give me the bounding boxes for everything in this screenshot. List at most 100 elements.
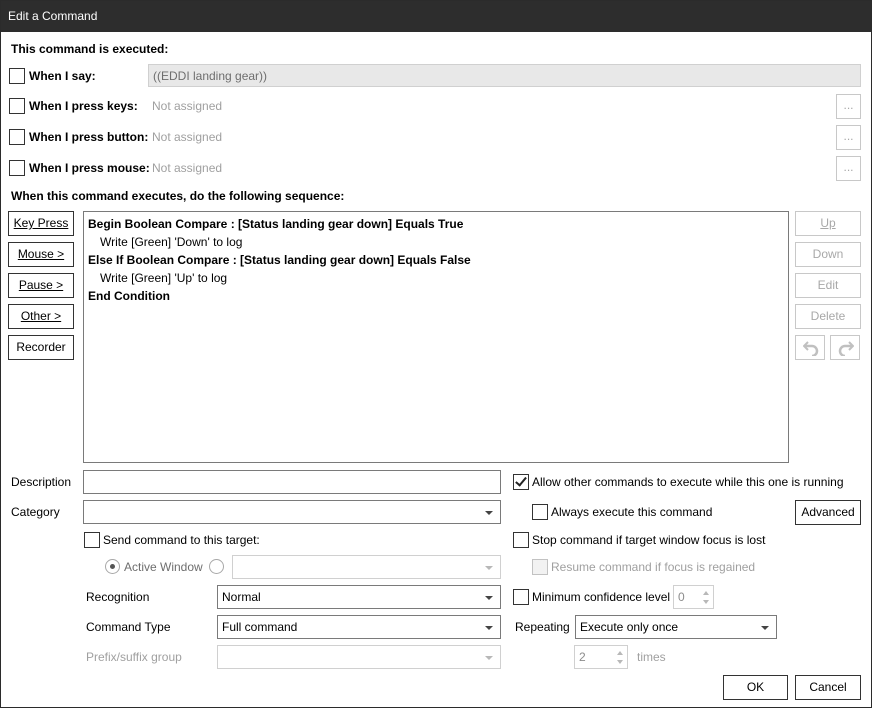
advanced-label: Advanced xyxy=(801,505,855,519)
send-target-checkbox[interactable] xyxy=(84,532,100,548)
when-i-say-checkbox[interactable] xyxy=(9,68,25,84)
stop-on-focus-lost-checkbox[interactable] xyxy=(513,532,529,548)
category-combobox[interactable] xyxy=(83,500,501,524)
sequence-item[interactable]: End Condition xyxy=(84,287,788,305)
specific-window-radio[interactable] xyxy=(209,559,224,574)
sequence-item[interactable]: Write [Green] 'Up' to log xyxy=(84,269,788,287)
edit-button[interactable]: Edit xyxy=(795,273,861,298)
sequence-item[interactable]: Else If Boolean Compare : [Status landin… xyxy=(84,251,788,269)
spin-up-icon[interactable] xyxy=(617,651,623,655)
repeat-times-stepper[interactable]: 2 xyxy=(574,645,628,669)
pause-button[interactable]: Pause > xyxy=(8,273,74,298)
when-i-press-button-checkbox[interactable] xyxy=(9,129,25,145)
sequence-header: When this command executes, do the follo… xyxy=(11,189,345,203)
chevron-down-icon xyxy=(485,626,493,630)
active-window-radio[interactable] xyxy=(105,559,120,574)
chevron-down-icon xyxy=(485,566,493,570)
spin-up-icon[interactable] xyxy=(703,591,709,595)
other-label: Other > xyxy=(20,309,62,323)
mouse-label: Mouse > xyxy=(17,247,65,261)
category-label: Category xyxy=(11,505,60,519)
min-confidence-label: Minimum confidence level xyxy=(532,590,671,604)
button-browse-button[interactable]: ... xyxy=(836,125,861,150)
recognition-label: Recognition xyxy=(86,590,150,604)
prefix-suffix-label: Prefix/suffix group xyxy=(86,650,182,664)
undo-icon xyxy=(803,341,819,356)
repeating-combobox[interactable]: Execute only once xyxy=(575,615,777,639)
ok-label: OK xyxy=(746,680,765,694)
mouse-button[interactable]: Mouse > xyxy=(8,242,74,267)
prefix-suffix-combobox[interactable] xyxy=(217,645,501,669)
triggers-header: This command is executed: xyxy=(11,42,169,56)
description-input[interactable] xyxy=(83,470,501,494)
stop-on-focus-lost-label: Stop command if target window focus is l… xyxy=(532,533,766,547)
min-confidence-stepper[interactable]: 0 xyxy=(673,585,714,609)
resume-on-focus-label: Resume command if focus is regained xyxy=(551,560,756,574)
when-i-say-input[interactable]: ((EDDI landing gear)) xyxy=(148,64,861,87)
mouse-assignment-value: Not assigned xyxy=(152,161,223,175)
target-window-combobox[interactable] xyxy=(232,555,501,579)
other-button[interactable]: Other > xyxy=(8,304,74,329)
recorder-label: Recorder xyxy=(16,340,66,354)
send-target-label: Send command to this target: xyxy=(103,533,260,547)
key-press-button[interactable]: Key Press xyxy=(8,211,74,236)
advanced-button[interactable]: Advanced xyxy=(795,500,861,525)
move-down-label: Down xyxy=(812,247,844,261)
command-type-combobox[interactable]: Full command xyxy=(217,615,501,639)
resume-on-focus-checkbox[interactable] xyxy=(532,559,548,575)
move-down-button[interactable]: Down xyxy=(795,242,861,267)
description-label: Description xyxy=(11,475,72,489)
allow-other-commands-checkbox[interactable] xyxy=(513,474,529,490)
checkmark-icon xyxy=(515,474,527,487)
title-bar: Edit a Command xyxy=(1,1,871,32)
action-sequence-list[interactable]: Begin Boolean Compare : [Status landing … xyxy=(83,211,789,463)
move-up-label: Up xyxy=(820,216,836,230)
redo-button[interactable] xyxy=(830,335,860,360)
button-assignment-value: Not assigned xyxy=(152,130,223,144)
min-confidence-checkbox[interactable] xyxy=(513,589,529,605)
repeating-value: Execute only once xyxy=(580,620,679,634)
edit-label: Edit xyxy=(817,278,839,292)
pause-label: Pause > xyxy=(18,278,64,292)
delete-button[interactable]: Delete xyxy=(795,304,861,329)
ok-button[interactable]: OK xyxy=(723,675,788,700)
move-up-button[interactable]: Up xyxy=(795,211,861,236)
active-window-label: Active Window xyxy=(124,560,203,574)
command-type-label: Command Type xyxy=(86,620,171,634)
allow-other-commands-label: Allow other commands to execute while th… xyxy=(532,475,844,489)
mouse-browse-button[interactable]: ... xyxy=(836,156,861,181)
chevron-down-icon xyxy=(761,626,769,630)
always-execute-checkbox[interactable] xyxy=(532,504,548,520)
always-execute-label: Always execute this command xyxy=(551,505,713,519)
recognition-value: Normal xyxy=(222,590,261,604)
chevron-down-icon xyxy=(485,656,493,660)
sequence-item[interactable]: Begin Boolean Compare : [Status landing … xyxy=(84,215,788,233)
undo-button[interactable] xyxy=(795,335,825,360)
cancel-button[interactable]: Cancel xyxy=(795,675,861,700)
recognition-combobox[interactable]: Normal xyxy=(217,585,501,609)
when-i-press-keys-label: When I press keys: xyxy=(29,99,138,113)
chevron-down-icon xyxy=(485,596,493,600)
spin-down-icon[interactable] xyxy=(617,660,623,664)
chevron-down-icon xyxy=(485,511,493,515)
keys-browse-button[interactable]: ... xyxy=(836,94,861,119)
radio-selected-dot xyxy=(110,564,115,569)
sequence-item[interactable]: Write [Green] 'Down' to log xyxy=(84,233,788,251)
when-i-press-mouse-checkbox[interactable] xyxy=(9,160,25,176)
times-label: times xyxy=(637,650,666,664)
edit-command-dialog: Edit a Command This command is executed:… xyxy=(0,0,872,708)
when-i-press-mouse-label: When I press mouse: xyxy=(29,161,150,175)
min-confidence-value: 0 xyxy=(678,590,685,604)
key-press-label: Key Press xyxy=(13,216,69,230)
command-type-value: Full command xyxy=(222,620,298,634)
when-i-say-label: When I say: xyxy=(29,69,96,83)
recorder-button[interactable]: Recorder xyxy=(8,335,74,360)
keys-assignment-value: Not assigned xyxy=(152,99,223,113)
repeating-label: Repeating xyxy=(515,620,570,634)
window-title: Edit a Command xyxy=(8,9,98,23)
delete-label: Delete xyxy=(810,309,846,323)
when-i-press-keys-checkbox[interactable] xyxy=(9,98,25,114)
redo-icon xyxy=(838,341,854,356)
cancel-label: Cancel xyxy=(809,680,847,694)
spin-down-icon[interactable] xyxy=(703,600,709,604)
